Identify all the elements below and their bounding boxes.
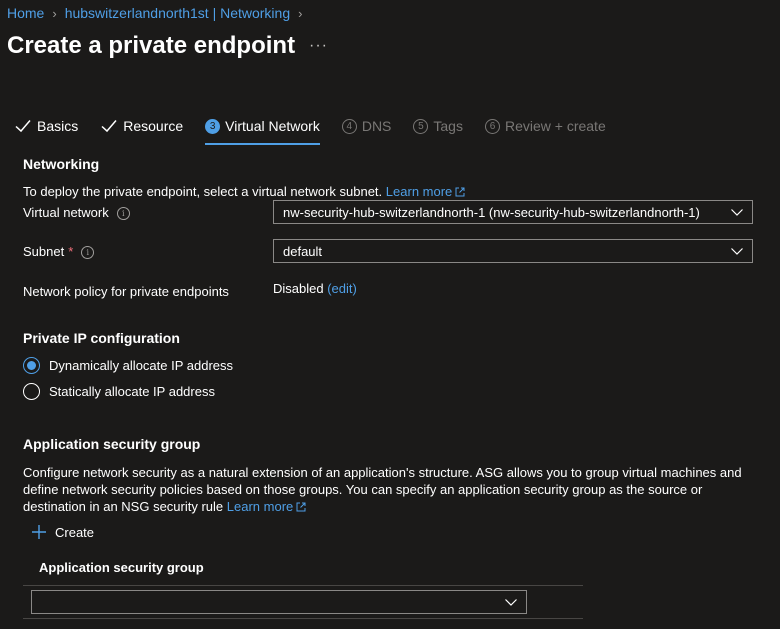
radio-circle [23,383,40,400]
virtual-network-dropdown[interactable]: nw-security-hub-switzerlandnorth-1 (nw-s… [273,200,753,224]
step-number: 6 [484,118,500,134]
more-options-button[interactable]: ··· [309,37,328,55]
learn-more-link[interactable]: Learn more [386,184,465,199]
tab-label: Virtual Network [225,118,320,134]
breadcrumb: Home › hubswitzerlandnorth1st | Networki… [7,5,302,21]
chevron-down-icon [731,248,743,255]
asg-learn-more-link[interactable]: Learn more [227,499,306,514]
learn-more-label: Learn more [385,184,453,199]
plus-icon [32,525,46,539]
chevron-right-icon: › [298,5,303,21]
chevron-right-icon: › [52,5,57,21]
network-policy-status: Disabled [273,281,324,296]
step-number: 3 [205,118,221,134]
edit-network-policy-link[interactable]: (edit) [327,281,357,296]
required-marker: * [68,244,74,259]
tab-label: Basics [37,118,79,134]
subnet-value: default [283,243,323,259]
external-link-icon [455,187,465,197]
breadcrumb-resource[interactable]: hubswitzerlandnorth1st | Networking [65,5,290,21]
tab-label: Tags [433,118,463,134]
page-title: Create a private endpoint [7,32,296,59]
tab-tags[interactable]: 5 Tags [413,114,463,138]
network-policy-label: Network policy for private endpoints [23,284,229,299]
checkmark-icon [15,120,31,133]
asg-heading: Application security group [23,436,201,452]
tab-review-create[interactable]: 6 Review + create [484,114,606,138]
checkmark-icon [101,120,117,133]
subnet-dropdown[interactable]: default [273,239,753,263]
wizard-tabs: Basics Resource 3 Virtual Network 4 DNS … [14,114,628,145]
network-policy-value: Disabled (edit) [273,281,357,296]
step-number: 4 [341,118,357,134]
chevron-down-icon [505,599,517,606]
radio-label: Statically allocate IP address [49,384,215,399]
tab-label: Resource [123,118,184,134]
external-link-icon [296,502,306,512]
private-ip-heading: Private IP configuration [23,330,180,346]
networking-heading: Networking [23,156,100,172]
virtual-network-value: nw-security-hub-switzerlandnorth-1 (nw-s… [283,204,700,220]
tab-label: Review + create [504,118,606,134]
table-divider [23,585,583,586]
radio-label: Dynamically allocate IP address [49,358,234,373]
info-icon[interactable]: i [116,207,130,221]
breadcrumb-home[interactable]: Home [7,5,44,21]
tab-virtual-network[interactable]: 3 Virtual Network [205,114,320,145]
learn-more-label: Learn more [226,499,294,514]
virtual-network-label-text: Virtual network [23,205,109,220]
tab-basics[interactable]: Basics [14,114,78,138]
radio-circle [23,357,40,374]
networking-description-text: To deploy the private endpoint, select a… [23,184,383,199]
asg-dropdown[interactable] [31,590,527,614]
asg-description: Configure network security as a natural … [23,464,753,515]
create-label: Create [55,524,95,540]
info-icon[interactable]: i [81,246,95,260]
subnet-label-text: Subnet [23,244,65,259]
radio-dynamic-ip[interactable]: Dynamically allocate IP address [23,357,233,374]
tab-dns[interactable]: 4 DNS [341,114,392,138]
asg-column-header: Application security group [39,560,204,575]
tab-resource[interactable]: Resource [100,114,183,138]
asg-description-text: Configure network security as a natural … [23,465,742,514]
networking-description: To deploy the private endpoint, select a… [23,184,465,199]
radio-static-ip[interactable]: Statically allocate IP address [23,383,215,400]
subnet-label: Subnet * i [23,244,95,260]
table-divider [23,618,583,619]
tab-label: DNS [361,118,392,134]
step-number: 5 [413,118,429,134]
virtual-network-label: Virtual network i [23,205,130,221]
create-asg-button[interactable]: Create [31,524,94,540]
chevron-down-icon [731,209,743,216]
